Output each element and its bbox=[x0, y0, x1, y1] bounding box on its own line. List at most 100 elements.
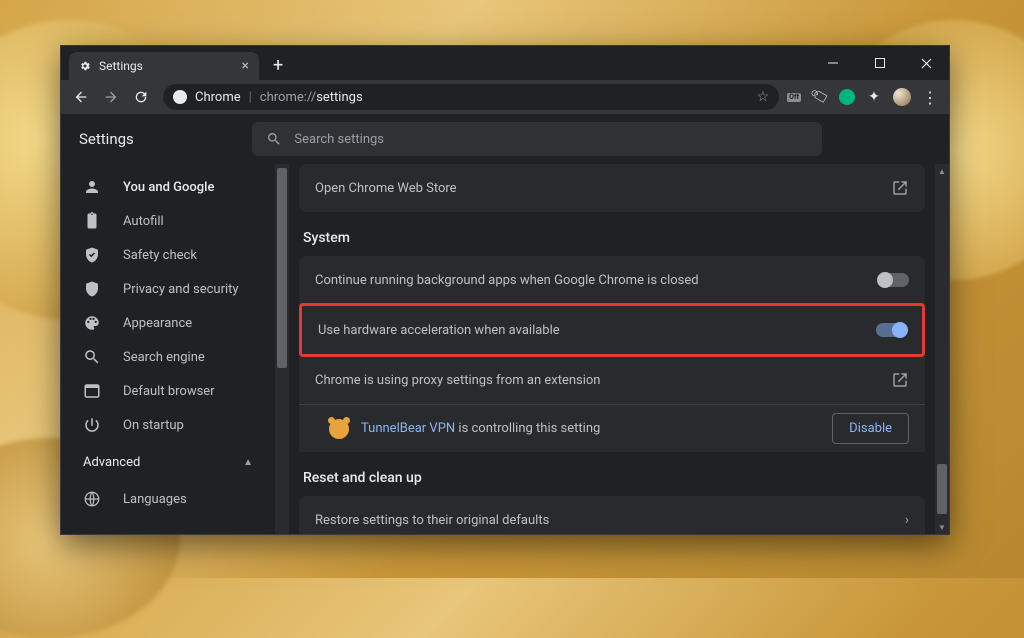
new-tab-button[interactable]: + bbox=[259, 55, 297, 80]
toolbar: Chrome | chrome://settings ☆ Off 🏷 ✦ ⋮ bbox=[61, 80, 949, 114]
url-scheme-label: Chrome bbox=[195, 90, 241, 105]
restore-defaults-row[interactable]: Restore settings to their original defau… bbox=[299, 496, 925, 534]
bookmark-star-icon[interactable]: ☆ bbox=[757, 89, 770, 105]
profile-avatar[interactable] bbox=[893, 88, 911, 106]
webstore-card: Open Chrome Web Store bbox=[299, 164, 925, 212]
close-window-button[interactable] bbox=[903, 46, 949, 80]
sidebar-item-label: Appearance bbox=[123, 316, 192, 331]
row-label: Chrome is using proxy settings from an e… bbox=[315, 373, 600, 388]
arrow-left-icon bbox=[73, 89, 89, 105]
forward-button[interactable] bbox=[97, 83, 125, 111]
search-placeholder: Search settings bbox=[294, 132, 384, 147]
row-label: Continue running background apps when Go… bbox=[315, 273, 699, 288]
tab-title: Settings bbox=[99, 59, 143, 73]
scrollbar-thumb[interactable] bbox=[937, 464, 947, 514]
reload-button[interactable] bbox=[127, 83, 155, 111]
sidebar-item-label: Autofill bbox=[123, 214, 164, 229]
search-input[interactable]: Search settings bbox=[252, 122, 822, 156]
nav-list: You and Google Autofill Safety check Pri… bbox=[61, 164, 275, 534]
chrome-site-icon bbox=[173, 90, 187, 104]
page-title: Settings bbox=[79, 130, 134, 148]
back-button[interactable] bbox=[67, 83, 95, 111]
open-external-icon bbox=[891, 371, 909, 389]
close-tab-icon[interactable]: × bbox=[242, 59, 249, 73]
sidebar-item-on-startup[interactable]: On startup bbox=[61, 408, 275, 442]
arrow-right-icon bbox=[103, 89, 119, 105]
row-label: Restore settings to their original defau… bbox=[315, 513, 549, 528]
sidebar-item-default-browser[interactable]: Default browser bbox=[61, 374, 275, 408]
open-external-icon bbox=[891, 179, 909, 197]
system-card: Continue running background apps when Go… bbox=[299, 256, 925, 452]
settings-header: Settings Search settings bbox=[61, 114, 949, 164]
tunnelbear-icon bbox=[329, 419, 349, 439]
hw-accel-row[interactable]: Use hardware acceleration when available bbox=[302, 306, 922, 354]
chevron-up-icon: ▲ bbox=[243, 457, 253, 468]
advanced-label: Advanced bbox=[83, 455, 140, 470]
scroll-up-icon[interactable]: ▲ bbox=[935, 164, 949, 178]
extension-name: TunnelBear VPN bbox=[361, 421, 455, 436]
address-bar[interactable]: Chrome | chrome://settings ☆ bbox=[163, 84, 779, 110]
settings-body: You and Google Autofill Safety check Pri… bbox=[61, 164, 949, 534]
sidebar-item-label: You and Google bbox=[123, 180, 214, 195]
extension-off-icon[interactable]: Off bbox=[787, 93, 801, 102]
row-label: Open Chrome Web Store bbox=[315, 181, 457, 196]
bg-apps-toggle[interactable] bbox=[879, 273, 909, 287]
url-separator: | bbox=[249, 90, 252, 105]
proxy-ext-text: TunnelBear VPN is controlling this setti… bbox=[361, 421, 600, 436]
extension-tag-icon[interactable]: 🏷 bbox=[809, 86, 831, 108]
scroll-down-icon[interactable]: ▼ bbox=[935, 520, 949, 534]
main-content: Open Chrome Web Store System Continue ru… bbox=[289, 164, 949, 534]
sidebar-item-label: Default browser bbox=[123, 384, 215, 399]
sidebar-item-appearance[interactable]: Appearance bbox=[61, 306, 275, 340]
bg-apps-row[interactable]: Continue running background apps when Go… bbox=[299, 256, 925, 304]
person-icon bbox=[83, 178, 101, 196]
main-scrollbar[interactable]: ▲ ▼ bbox=[935, 164, 949, 534]
close-icon bbox=[921, 58, 932, 69]
palette-icon bbox=[83, 314, 101, 332]
minimize-icon bbox=[828, 57, 840, 69]
system-section-title: System bbox=[303, 230, 925, 246]
sidebar-item-search-engine[interactable]: Search engine bbox=[61, 340, 275, 374]
search-icon bbox=[83, 348, 101, 366]
globe-icon bbox=[83, 490, 101, 508]
maximize-icon bbox=[875, 58, 885, 68]
sidebar-item-label: Search engine bbox=[123, 350, 205, 365]
content-column: Open Chrome Web Store System Continue ru… bbox=[289, 164, 935, 534]
window-controls bbox=[811, 46, 949, 80]
sidebar-item-label: Safety check bbox=[123, 248, 197, 263]
reset-card: Restore settings to their original defau… bbox=[299, 496, 925, 534]
url-path: chrome://settings bbox=[260, 90, 363, 105]
row-label: Use hardware acceleration when available bbox=[318, 323, 560, 338]
open-web-store-row[interactable]: Open Chrome Web Store bbox=[299, 164, 925, 212]
sidebar-item-label: On startup bbox=[123, 418, 184, 433]
sidebar-scrollbar[interactable] bbox=[275, 164, 289, 534]
search-icon bbox=[266, 131, 282, 147]
sidebar-item-safety-check[interactable]: Safety check bbox=[61, 238, 275, 272]
extension-grammarly-icon[interactable] bbox=[839, 89, 855, 105]
advanced-section-toggle[interactable]: Advanced ▲ bbox=[61, 442, 275, 482]
browser-window: Settings × + Chr bbox=[60, 45, 950, 535]
browser-tab-settings[interactable]: Settings × bbox=[69, 52, 259, 80]
gear-icon bbox=[79, 60, 91, 72]
sidebar-item-label: Languages bbox=[123, 492, 187, 507]
maximize-button[interactable] bbox=[857, 46, 903, 80]
reload-icon bbox=[133, 89, 149, 105]
sidebar-item-label: Privacy and security bbox=[123, 282, 239, 297]
sidebar-item-privacy[interactable]: Privacy and security bbox=[61, 272, 275, 306]
sidebar-item-languages[interactable]: Languages bbox=[61, 482, 275, 516]
sidebar-item-autofill[interactable]: Autofill bbox=[61, 204, 275, 238]
disable-extension-button[interactable]: Disable bbox=[832, 413, 909, 444]
extensions-menu-icon[interactable]: ✦ bbox=[865, 88, 883, 106]
sidebar-item-you-and-google[interactable]: You and Google bbox=[61, 170, 275, 204]
extension-icons: Off 🏷 ✦ ⋮ bbox=[787, 88, 943, 106]
hw-accel-toggle[interactable] bbox=[876, 323, 906, 337]
sidebar: You and Google Autofill Safety check Pri… bbox=[61, 164, 289, 534]
controlling-text: is controlling this setting bbox=[455, 421, 600, 436]
minimize-button[interactable] bbox=[811, 46, 857, 80]
proxy-row[interactable]: Chrome is using proxy settings from an e… bbox=[299, 356, 925, 404]
browser-icon bbox=[83, 382, 101, 400]
clipboard-icon bbox=[83, 212, 101, 230]
shield-icon bbox=[83, 280, 101, 298]
scrollbar-thumb[interactable] bbox=[277, 168, 287, 368]
browser-menu-icon[interactable]: ⋮ bbox=[921, 88, 939, 106]
